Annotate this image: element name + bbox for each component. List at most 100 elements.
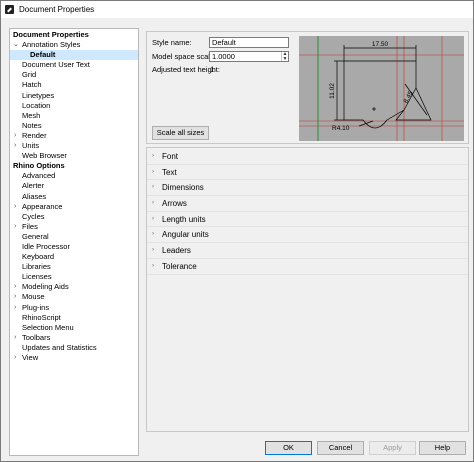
tree-item-label: Licenses bbox=[22, 272, 52, 282]
tree-item[interactable]: Advanced bbox=[10, 171, 138, 181]
apply-button[interactable]: Apply bbox=[369, 441, 416, 455]
section-label: Arrows bbox=[162, 199, 187, 209]
chevron-right-icon: › bbox=[152, 247, 154, 254]
dim-horizontal-text: 17.50 bbox=[372, 41, 389, 48]
annotation-preview: 17.50 11.02 8.45 R4.10 bbox=[299, 36, 464, 141]
chevron-right-icon[interactable]: › bbox=[14, 222, 16, 232]
tree-item[interactable]: › View bbox=[10, 353, 138, 363]
tree-item[interactable]: Default bbox=[10, 50, 138, 61]
tree-item-label: Mouse bbox=[22, 292, 45, 302]
tree-item[interactable]: › Toolbars bbox=[10, 333, 138, 343]
tree-item[interactable]: RhinoScript bbox=[10, 313, 138, 323]
tree-item[interactable]: Web Browser bbox=[10, 151, 138, 161]
tree-item-label: Modeling Aids bbox=[22, 282, 69, 292]
window-title: Document Properties bbox=[19, 5, 95, 14]
chevron-right-icon: › bbox=[152, 215, 154, 222]
section-header[interactable]: › Arrows bbox=[147, 196, 468, 212]
tree-item[interactable]: Rhino Options bbox=[10, 161, 138, 171]
tree-item-label: Mesh bbox=[22, 110, 41, 120]
tree-item[interactable]: Libraries bbox=[10, 262, 138, 272]
tree-item[interactable]: General bbox=[10, 232, 138, 242]
help-button[interactable]: Help bbox=[419, 441, 466, 455]
chevron-right-icon[interactable]: › bbox=[14, 292, 16, 302]
tree-item[interactable]: Updates and Statistics bbox=[10, 343, 138, 353]
style-sections-accordion: › Font › Text › Dimensions › Arrows › Length unit… bbox=[146, 147, 469, 432]
tree-item-label: Units bbox=[22, 141, 40, 151]
spin-down-icon[interactable]: ▼ bbox=[282, 56, 288, 62]
tree-item-label: Appearance bbox=[22, 201, 63, 211]
tree-item-label: Linetypes bbox=[22, 90, 55, 100]
tree-item[interactable]: › Mouse bbox=[10, 292, 138, 302]
chevron-right-icon[interactable]: › bbox=[14, 353, 16, 363]
tree-item[interactable]: › Units bbox=[10, 141, 138, 151]
tree-item[interactable]: › Render bbox=[10, 131, 138, 141]
tree-item[interactable]: › Files bbox=[10, 222, 138, 232]
section-label: Angular units bbox=[162, 230, 209, 240]
tree-item-label: Document User Text bbox=[22, 60, 90, 70]
tree-item-label: Keyboard bbox=[22, 252, 55, 262]
tree-item-label: Aliases bbox=[22, 191, 47, 201]
tree-item[interactable]: ⌄ Annotation Styles bbox=[10, 40, 138, 50]
tree-item[interactable]: Alerter bbox=[10, 181, 138, 191]
tree-item-label: Grid bbox=[22, 70, 37, 80]
chevron-right-icon: › bbox=[152, 184, 154, 191]
tree-item-label: Alerter bbox=[22, 181, 45, 191]
tree-item-label: Libraries bbox=[22, 262, 51, 272]
chevron-right-icon[interactable]: › bbox=[14, 141, 16, 151]
section-header[interactable]: › Angular units bbox=[147, 227, 468, 244]
chevron-right-icon[interactable]: › bbox=[14, 282, 16, 292]
dim-vertical-text: 11.02 bbox=[329, 83, 336, 99]
style-name-input[interactable]: Default bbox=[209, 37, 289, 48]
tree-item[interactable]: Keyboard bbox=[10, 252, 138, 262]
tree-item[interactable]: Selection Menu bbox=[10, 323, 138, 333]
tree-item[interactable]: Linetypes bbox=[10, 91, 138, 101]
scale-all-sizes-button[interactable]: Scale all sizes bbox=[152, 126, 209, 140]
tree-item[interactable]: Licenses bbox=[10, 272, 138, 282]
tree-item-label: General bbox=[22, 231, 49, 241]
tree-item[interactable]: Grid bbox=[10, 70, 138, 80]
chevron-right-icon: › bbox=[152, 262, 154, 269]
section-header[interactable]: › Dimensions bbox=[147, 180, 468, 197]
title-bar[interactable]: Document Properties bbox=[1, 1, 473, 18]
section-header[interactable]: › Length units bbox=[147, 212, 468, 228]
scale-spinner[interactable]: ▲ ▼ bbox=[281, 52, 288, 61]
section-label: Font bbox=[162, 152, 179, 161]
tree-item[interactable]: Idle Processor bbox=[10, 242, 138, 252]
tree-item[interactable]: Aliases bbox=[10, 192, 138, 202]
tree-item[interactable]: Notes bbox=[10, 121, 138, 131]
tree-item[interactable]: Document User Text bbox=[10, 60, 138, 70]
tree-item[interactable]: Cycles bbox=[10, 212, 138, 222]
tree-item[interactable]: › Appearance bbox=[10, 202, 138, 212]
section-header[interactable]: › Leaders bbox=[147, 243, 468, 259]
tree-item[interactable]: Mesh bbox=[10, 111, 138, 121]
section-label: Text bbox=[162, 167, 177, 177]
chevron-right-icon[interactable]: › bbox=[14, 131, 16, 141]
annotation-style-panel: Style name: Default Model space scale: 1… bbox=[146, 31, 469, 144]
document-properties-window: Document Properties Document Properties ⌄… bbox=[0, 0, 474, 462]
section-header[interactable]: › Tolerance bbox=[147, 259, 468, 275]
ok-button[interactable]: OK bbox=[265, 441, 312, 455]
section-label: Leaders bbox=[162, 246, 191, 256]
cancel-button[interactable]: Cancel bbox=[317, 441, 364, 455]
chevron-down-icon[interactable]: ⌄ bbox=[13, 40, 19, 50]
tree-item[interactable]: Location bbox=[10, 101, 138, 111]
tree-item-label: Cycles bbox=[22, 211, 45, 221]
tree-item-label: Location bbox=[22, 100, 51, 110]
tree-item-label: View bbox=[22, 353, 39, 362]
chevron-right-icon[interactable]: › bbox=[14, 202, 16, 212]
tree-item[interactable]: Hatch bbox=[10, 80, 138, 90]
section-header[interactable]: › Font bbox=[147, 149, 468, 165]
tree-item[interactable]: › Plug-ins bbox=[10, 303, 138, 313]
model-space-scale-stepper[interactable]: 1.0000 ▲ ▼ bbox=[209, 51, 289, 62]
tree-item-label: RhinoScript bbox=[22, 312, 61, 322]
chevron-right-icon: › bbox=[152, 153, 154, 159]
tree-item-label: Annotation Styles bbox=[22, 40, 81, 50]
tree-item[interactable]: Document Properties bbox=[10, 30, 138, 40]
tree-item-label: Files bbox=[22, 221, 38, 231]
chevron-right-icon: › bbox=[152, 200, 154, 207]
chevron-right-icon[interactable]: › bbox=[14, 333, 16, 343]
properties-tree[interactable]: Document Properties ⌄ Annotation Styles Def… bbox=[9, 28, 139, 456]
tree-item[interactable]: › Modeling Aids bbox=[10, 282, 138, 292]
chevron-right-icon[interactable]: › bbox=[14, 303, 16, 313]
section-header[interactable]: › Text bbox=[147, 165, 468, 181]
